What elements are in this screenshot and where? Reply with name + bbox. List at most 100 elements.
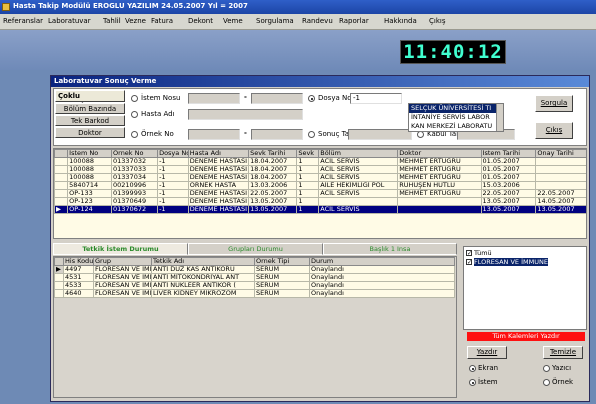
row-indicator[interactable]	[54, 181, 69, 190]
table-cell[interactable]: -1	[157, 173, 189, 182]
table-cell[interactable]: DENEME HASTASI	[187, 205, 250, 214]
table-cell[interactable]: 1	[296, 197, 320, 206]
table-cell[interactable]: 01337033	[111, 165, 159, 174]
table-row[interactable]: 100088 01337033 -1 DENEME HASTASI 18.04.2007…	[54, 165, 586, 174]
laboratory-listbox[interactable]: SELÇUK ÜNİVERSİTESİ TI İNTANİYE SERVİS L…	[408, 103, 504, 132]
table-cell[interactable]: 1	[296, 157, 320, 166]
sonuc-tar-radio[interactable]	[308, 131, 315, 138]
column-header[interactable]: Sevk	[296, 149, 320, 158]
yazdir-button[interactable]: Yazdır	[467, 346, 507, 359]
row-indicator[interactable]	[54, 173, 69, 182]
column-header[interactable]: Tetkik Adı	[151, 257, 255, 266]
menu-sorgulama[interactable]: Sorgulama	[256, 17, 294, 25]
table-cell[interactable]: RUHUŞEN HUTLU	[397, 181, 482, 190]
table-cell[interactable]: 1	[296, 205, 320, 214]
bolum-bazinda-button[interactable]: Bölüm Bazında	[55, 103, 125, 114]
menu-laboratuvar[interactable]: Laboratuvar	[48, 17, 91, 25]
table-cell[interactable]: 13.05.2007	[535, 205, 586, 214]
table-cell[interactable]	[397, 205, 482, 214]
menu-vezne[interactable]: Vezne	[125, 17, 146, 25]
table-cell[interactable]: -1	[157, 157, 189, 166]
column-header[interactable]: Bölüm	[318, 149, 399, 158]
table-cell[interactable]: 01337032	[111, 157, 159, 166]
table-cell[interactable]: 100088	[67, 157, 113, 166]
table-row[interactable]: OP-133 01399993 -1 DENEME HASTASI 22.05.2007…	[54, 189, 586, 198]
doktor-button[interactable]: Doktor	[55, 127, 125, 138]
table-cell[interactable]: -1	[157, 189, 189, 198]
hasta-adi-input[interactable]	[188, 109, 303, 120]
column-header[interactable]: Onay Tarihi	[535, 149, 586, 158]
column-header[interactable]: Örnek Tipi	[254, 257, 310, 266]
table-cell[interactable]: -1	[157, 197, 189, 206]
listbox-item[interactable]: KAN MERKEZİ LABORATU	[409, 122, 497, 131]
checklist-item-tumu[interactable]: ✓ Tümü	[466, 249, 492, 258]
table-cell[interactable]: FLORESAN VE İMM	[93, 265, 152, 274]
istem-nosu-from-input[interactable]	[188, 93, 240, 104]
listbox-item[interactable]: İNTANİYE SERVİS LABOR	[409, 113, 497, 122]
temizle-button[interactable]: Temizle	[543, 346, 583, 359]
table-cell[interactable]: OP-124	[67, 205, 113, 214]
column-header[interactable]: Grup	[93, 257, 152, 266]
tetkik-grid[interactable]: His Kodu Grup Tetkik Adı Örnek Tipi Durum ▶ 4…	[53, 256, 457, 398]
table-cell[interactable]: 18.04.2007	[248, 157, 298, 166]
menu-hakkinda[interactable]: Hakkında	[384, 17, 417, 25]
table-row[interactable]: 4531 FLORESAN VE İMM ANTİ MİTOKONDRİYAL AN…	[54, 273, 455, 282]
table-cell[interactable]: 00210996	[111, 181, 159, 190]
menu-dekont[interactable]: Dekont	[188, 17, 213, 25]
group-checklist[interactable]: ✓ Tümü ✓ FLORESAN VE İMMUNE	[463, 246, 587, 330]
table-row[interactable]: ▶ 4497 FLORESAN VE İMM ANTİ DUZ KAS ANTİKOR…	[54, 265, 455, 274]
table-cell[interactable]: OP-133	[67, 189, 113, 198]
menu-tahlil[interactable]: Tahlil	[103, 17, 121, 25]
istem-grid[interactable]: İstem No Örnek No Dosya No Hasta Adı Sevk Ta…	[53, 148, 587, 239]
column-header[interactable]: Doktor	[397, 149, 482, 158]
table-cell[interactable]: 01370649	[111, 197, 159, 206]
table-cell[interactable]: 5840714	[67, 181, 113, 190]
table-cell[interactable]	[535, 181, 586, 190]
table-cell[interactable]: -1	[157, 205, 189, 214]
table-cell[interactable]: ACİL SERVİS	[318, 173, 399, 182]
table-cell[interactable]: 13.05.2007	[248, 197, 298, 206]
row-indicator[interactable]	[54, 281, 64, 290]
table-cell[interactable]: 01399993	[111, 189, 159, 198]
table-cell[interactable]: Onaylandı	[309, 265, 455, 274]
table-row[interactable]: ▶ OP-124 01370672 -1 DENEME HASTASI 13.05.200…	[54, 205, 586, 214]
table-cell[interactable]: DENEME HASTASI	[187, 173, 250, 182]
column-header[interactable]: Sevk Tarihi	[248, 149, 298, 158]
table-cell[interactable]: FLORESAN VE İMM	[93, 281, 152, 290]
table-cell[interactable]: ANTİ NÜKLEER ANTİKOR (	[151, 281, 255, 290]
table-cell[interactable]: ACİL SERVİS	[318, 189, 399, 198]
table-row[interactable]: 5840714 00210996 -1 ÖRNEK HASTA 13.03.2006 1 A…	[54, 181, 586, 190]
table-cell[interactable]: 14.05.2007	[535, 197, 586, 206]
table-cell[interactable]: 22.05.2007	[535, 189, 586, 198]
table-cell[interactable]: SERUM	[254, 265, 310, 274]
checklist-item-floresan[interactable]: ✓ FLORESAN VE İMMUNE	[466, 258, 548, 267]
dosya-no-radio[interactable]	[308, 95, 315, 102]
tek-barkod-button[interactable]: Tek Barkod	[55, 115, 125, 126]
table-cell[interactable]: ACİL SERVİS	[318, 157, 399, 166]
table-cell[interactable]: 13.05.2007	[248, 205, 298, 214]
table-cell[interactable]: ANTİ DUZ KAS ANTİKORU	[151, 265, 255, 274]
row-indicator[interactable]	[54, 197, 69, 206]
table-cell[interactable]: 4640	[63, 289, 94, 298]
table-cell[interactable]	[535, 157, 586, 166]
listbox-scrollbar[interactable]	[496, 104, 503, 131]
column-header[interactable]: His Kodu	[63, 257, 94, 266]
table-cell[interactable]: 18.04.2007	[248, 165, 298, 174]
table-row[interactable]: 4533 FLORESAN VE İMM ANTİ NÜKLEER ANTİKOR …	[54, 281, 455, 290]
table-cell[interactable]: 01337034	[111, 173, 159, 182]
dosya-no-input[interactable]: -1	[350, 93, 402, 104]
table-cell[interactable]: SERUM	[254, 273, 310, 282]
table-cell[interactable]: DENEME HASTASI	[187, 197, 250, 206]
table-cell[interactable]: 1	[296, 173, 320, 182]
table-cell[interactable]: 18.04.2007	[248, 173, 298, 182]
table-cell[interactable]: ÖRNEK HASTA	[187, 181, 250, 190]
table-cell[interactable]: ACİL SERVİS	[318, 205, 399, 214]
column-header[interactable]: İstem Tarihi	[480, 149, 537, 158]
table-row[interactable]: 100088 01337034 -1 DENEME HASTASI 18.04.2007…	[54, 173, 586, 182]
table-cell[interactable]: 1	[296, 165, 320, 174]
table-cell[interactable]: 15.03.2006	[480, 181, 537, 190]
table-cell[interactable]: DENEME HASTASI	[187, 189, 250, 198]
table-cell[interactable]: MEHMET ERTUĞRU	[397, 173, 482, 182]
row-indicator[interactable]	[54, 157, 69, 166]
table-cell[interactable]: SERUM	[254, 281, 310, 290]
